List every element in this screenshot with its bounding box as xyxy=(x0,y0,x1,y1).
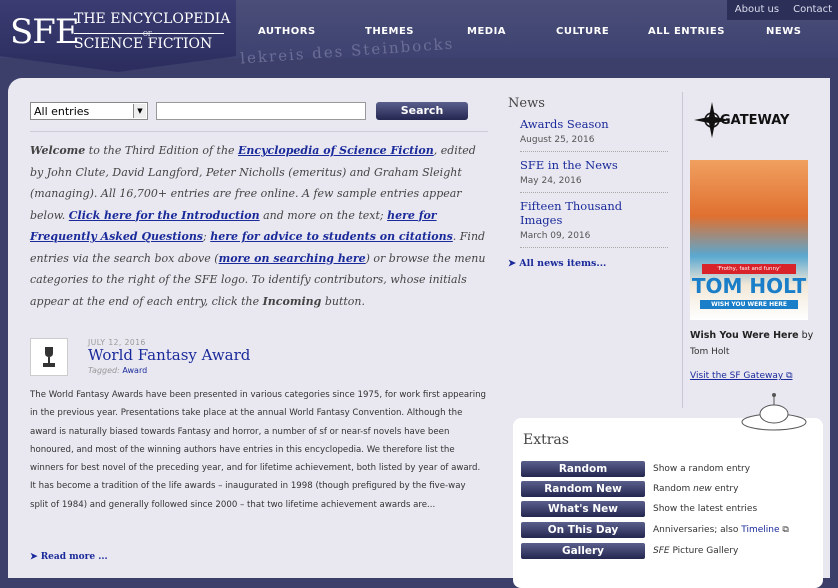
nav-media[interactable]: MEDIA xyxy=(467,26,506,37)
sfe-logo[interactable]: SFE THE ENCYCLOPEDIA OF SCIENCE FICTION xyxy=(0,0,236,72)
timeline-link[interactable]: Timeline xyxy=(741,525,779,535)
cover-author: TOM HOLT xyxy=(691,274,807,298)
news-item: SFE in the News May 24, 2016 xyxy=(520,152,668,193)
nav-all-entries[interactable]: ALL ENTRIES xyxy=(648,26,725,37)
divider xyxy=(30,131,488,132)
flying-saucer-icon xyxy=(741,393,807,431)
nav-themes[interactable]: THEMES xyxy=(365,26,414,37)
welcome-t7: button. xyxy=(321,294,365,308)
all-news-label: All news items... xyxy=(519,258,607,269)
extras-row: On This Day Anniversaries; also Timeline… xyxy=(521,521,789,538)
welcome-word: Welcome xyxy=(30,144,86,157)
welcome-text: Welcome to the Third Edition of the Ency… xyxy=(30,140,488,312)
main-panel: All entries ▼ Search Welcome to the Thir… xyxy=(8,78,830,588)
header-decoration-text: lekreis des Steinbocks xyxy=(239,34,455,68)
desc-pre: Anniversaries; also xyxy=(653,524,742,535)
trophy-icon xyxy=(30,338,68,376)
news-item: Fifteen Thousand Images March 09, 2016 xyxy=(520,193,668,248)
gateway-logo-text: GATEWAY xyxy=(720,112,790,128)
nav-authors[interactable]: AUTHORS xyxy=(258,26,316,37)
news-item-date: August 25, 2016 xyxy=(520,135,595,145)
book-author: Tom Holt xyxy=(690,347,730,357)
random-desc: Show a random entry xyxy=(653,463,751,474)
desc-em: SFE xyxy=(653,545,670,556)
whats-new-desc: Show the latest entries xyxy=(653,503,758,514)
extras-row: Random Show a random entry xyxy=(521,460,750,477)
article-tags: Tagged: Award xyxy=(88,366,147,375)
tagged-label: Tagged: xyxy=(88,366,123,375)
article-body: The World Fantasy Awards have been prese… xyxy=(30,390,486,510)
news-item-title[interactable]: Fifteen Thousand Images xyxy=(520,199,668,227)
nav-news[interactable]: NEWS xyxy=(766,26,801,37)
contact-link[interactable]: Contact xyxy=(785,0,838,20)
news-item: Awards Season August 25, 2016 xyxy=(520,111,668,152)
news-item-title[interactable]: Awards Season xyxy=(520,117,668,131)
article-title[interactable]: World Fantasy Award xyxy=(88,346,250,364)
news-item-date: May 24, 2016 xyxy=(520,176,582,186)
searching-help-link[interactable]: more on searching here xyxy=(219,252,366,265)
welcome-t1: to the Third Edition of the xyxy=(85,144,239,157)
cover-subtitle: WISH YOU WERE HERE xyxy=(700,300,798,309)
external-link-icon: ⧉ xyxy=(782,524,789,535)
all-news-link[interactable]: ➤ All news items... xyxy=(508,258,668,269)
news-column: News Awards Season August 25, 2016 SFE i… xyxy=(508,96,668,269)
extras-panel: Extras Random Show a random entry Random… xyxy=(513,393,823,588)
on-this-day-button[interactable]: On This Day xyxy=(521,521,645,538)
whats-new-button[interactable]: What's New xyxy=(521,500,645,517)
random-new-desc: Random new entry xyxy=(653,484,738,494)
by-text: by xyxy=(798,330,814,341)
cover-blurb: 'Frothy, fast and funny' xyxy=(702,264,796,274)
extras-heading: Extras xyxy=(523,432,569,448)
extras-row: What's New Show the latest entries xyxy=(521,500,757,517)
extras-row: Random New Random new entry xyxy=(521,480,738,497)
welcome-t3: and more on the text; xyxy=(259,208,388,222)
extras-row: Gallery SFE Picture Gallery xyxy=(521,542,738,559)
esf-link[interactable]: Encyclopedia of Science Fiction xyxy=(238,144,434,157)
about-us-link[interactable]: About us xyxy=(727,0,785,20)
sf-gateway-link[interactable]: Visit the SF Gateway ⧉ xyxy=(690,371,830,381)
desc-pre: Random xyxy=(653,483,694,494)
incoming-word: Incoming xyxy=(262,294,322,308)
gallery-desc: SFE Picture Gallery xyxy=(653,546,738,556)
nav-culture[interactable]: CULTURE xyxy=(556,26,609,37)
logo-line2: SCIENCE FICTION xyxy=(74,36,213,52)
book-title-text: Wish You Were Here xyxy=(690,330,799,341)
news-item-title[interactable]: SFE in the News xyxy=(520,158,668,172)
external-link-icon: ⧉ xyxy=(786,371,793,381)
book-title: Wish You Were Here by xyxy=(690,330,830,341)
news-item-date: March 09, 2016 xyxy=(520,231,591,241)
desc-post: Picture Gallery xyxy=(669,545,739,556)
introduction-link[interactable]: Click here for the Introduction xyxy=(69,209,260,222)
logo-line1: THE ENCYCLOPEDIA xyxy=(74,11,231,27)
select-value: All entries xyxy=(34,105,90,118)
random-button[interactable]: Random xyxy=(521,460,645,477)
gallery-button[interactable]: Gallery xyxy=(521,542,645,559)
logo-sfe: SFE xyxy=(10,12,80,52)
left-column: All entries ▼ Search Welcome to the Thir… xyxy=(30,100,488,562)
tag-award-link[interactable]: Award xyxy=(122,366,147,375)
random-new-button[interactable]: Random New xyxy=(521,480,645,497)
entry-type-select[interactable]: All entries ▼ xyxy=(30,102,148,120)
read-more-label: Read more ... xyxy=(40,552,108,562)
desc-em: new xyxy=(693,483,712,494)
search-bar: All entries ▼ Search xyxy=(30,100,488,122)
desc-post: entry xyxy=(711,483,739,494)
search-button[interactable]: Search xyxy=(376,102,468,120)
column-divider xyxy=(682,92,683,408)
gateway-logo[interactable]: GATEWAY xyxy=(694,100,830,140)
read-more-link[interactable]: ➤ Read more ... xyxy=(30,552,108,562)
search-input[interactable] xyxy=(156,102,366,120)
news-heading: News xyxy=(508,96,545,111)
chevron-down-icon[interactable]: ▼ xyxy=(133,104,146,118)
top-links: About us Contact xyxy=(726,0,838,20)
book-cover-image[interactable]: 'Frothy, fast and funny' TOM HOLT WISH Y… xyxy=(690,160,808,320)
sf-gateway-label: Visit the SF Gateway xyxy=(690,371,784,381)
on-this-day-desc: Anniversaries; also Timeline ⧉ xyxy=(653,525,789,535)
gateway-panel: GATEWAY 'Frothy, fast and funny' TOM HOL… xyxy=(690,100,830,381)
students-link[interactable]: here for advice to students on citations xyxy=(210,230,453,243)
